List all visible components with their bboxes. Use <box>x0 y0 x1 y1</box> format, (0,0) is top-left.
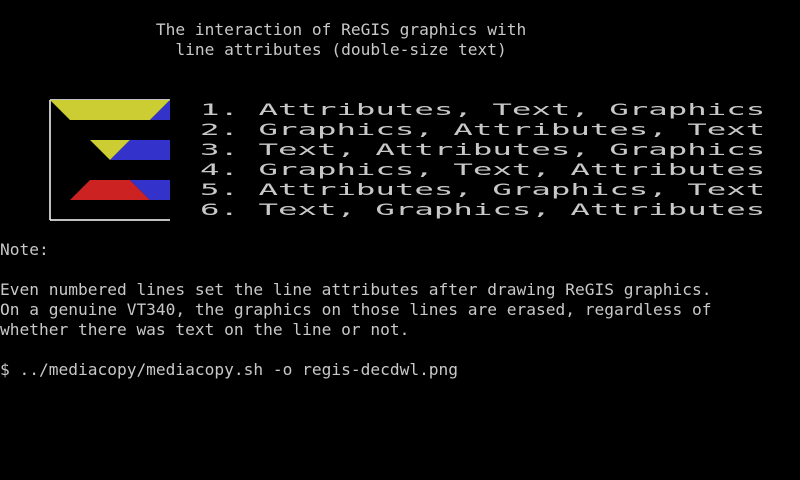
double-line-4: 4. Graphics, Text, Attributes <box>200 160 766 179</box>
note-line-3: whether there was text on the line or no… <box>0 320 410 339</box>
shell-command-line[interactable]: $ ../mediacopy/mediacopy.sh -o regis-dec… <box>0 360 458 380</box>
double-line-3: 3. Text, Attributes, Graphics <box>200 140 766 159</box>
note-line-1: Even numbered lines set the line attribu… <box>0 280 712 299</box>
double-line-2: 2. Graphics, Attributes, Text <box>200 120 766 139</box>
double-line-6: 6. Text, Graphics, Attributes <box>200 200 766 219</box>
double-line-1: 1. Attributes, Text, Graphics <box>200 100 766 119</box>
note-line-2: On a genuine VT340, the graphics on thos… <box>0 300 712 319</box>
regis-graphic <box>49 99 170 221</box>
double-line-5: 5. Attributes, Graphics, Text <box>200 180 766 199</box>
terminal-screen[interactable]: The interaction of ReGIS graphics with l… <box>0 0 800 480</box>
row1-yellow-band <box>50 100 170 120</box>
note-label: Note: <box>0 240 49 259</box>
